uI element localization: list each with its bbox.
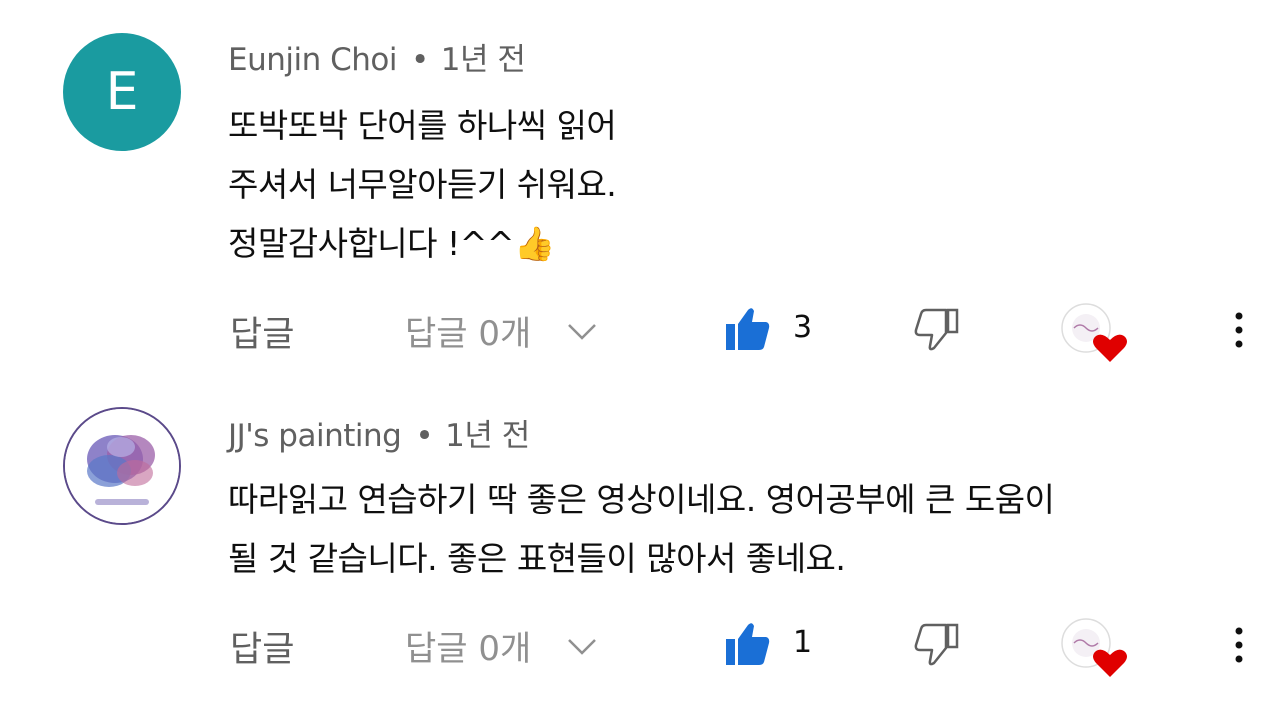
avatar-letter: E [105,62,139,122]
dislike-button[interactable] [912,304,960,354]
separator: • [415,418,434,454]
timestamp[interactable]: 1년 전 [441,42,526,78]
creator-heart-icon [1061,303,1127,362]
thumb-up-icon [726,308,770,350]
comment-text: 따라읽고 연습하기 딱 좋은 영상이네요. 영어공부에 큰 도움이 될 것 같습… [228,470,1055,588]
comment-line: 주셔서 너무알아듣기 쉬워요. [228,165,617,204]
view-replies-button[interactable]: 답글 0개 [405,306,597,355]
like-count: 1 [793,625,813,660]
timestamp[interactable]: 1년 전 [445,418,530,454]
more-vert-icon [1235,312,1243,348]
avatar[interactable] [63,407,181,525]
comment-text: 또박또박 단어를 하나씩 읽어 주셔서 너무알아듣기 쉬워요. 정말감사합니다 … [228,96,617,273]
view-replies-button[interactable]: 답글 0개 [405,621,597,670]
like-button[interactable] [724,304,772,354]
thumb-up-icon [726,623,770,665]
comment-actions: 답글 답글 0개 3 [0,300,1280,362]
comment-line: 또박또박 단어를 하나씩 읽어 [228,106,617,145]
more-vert-icon [1235,627,1243,663]
creator-heart-icon [1061,618,1127,677]
reply-button[interactable]: 답글 [230,306,294,357]
comment-header: JJ's painting • 1년 전 [228,410,530,455]
painting-avatar-image [65,409,179,523]
like-count: 3 [793,310,813,345]
replies-label: 답글 0개 [405,629,532,669]
more-options-button[interactable] [1224,304,1254,354]
thumb-down-icon [914,308,959,351]
creator-heart-badge [1060,615,1128,679]
chevron-down-icon [567,311,597,351]
creator-heart-badge [1060,300,1128,364]
replies-label: 답글 0개 [405,314,532,354]
like-button[interactable] [724,619,772,669]
avatar[interactable]: E [63,33,181,151]
comment-line: 정말감사합니다 !^^👍 [228,224,555,263]
author-name[interactable]: Eunjin Choi [228,42,397,78]
chevron-down-icon [567,626,597,666]
dislike-button[interactable] [912,619,960,669]
comment-actions: 답글 답글 0개 1 [0,615,1280,677]
comment-header: Eunjin Choi • 1년 전 [228,34,526,79]
author-name[interactable]: JJ's painting [228,418,402,454]
reply-button[interactable]: 답글 [230,621,294,672]
comment-line: 될 것 같습니다. 좋은 표현들이 많아서 좋네요. [228,539,846,578]
comment-line: 따라읽고 연습하기 딱 좋은 영상이네요. 영어공부에 큰 도움이 [228,480,1055,519]
thumb-down-icon [914,623,959,666]
separator: • [410,42,429,78]
more-options-button[interactable] [1224,619,1254,669]
